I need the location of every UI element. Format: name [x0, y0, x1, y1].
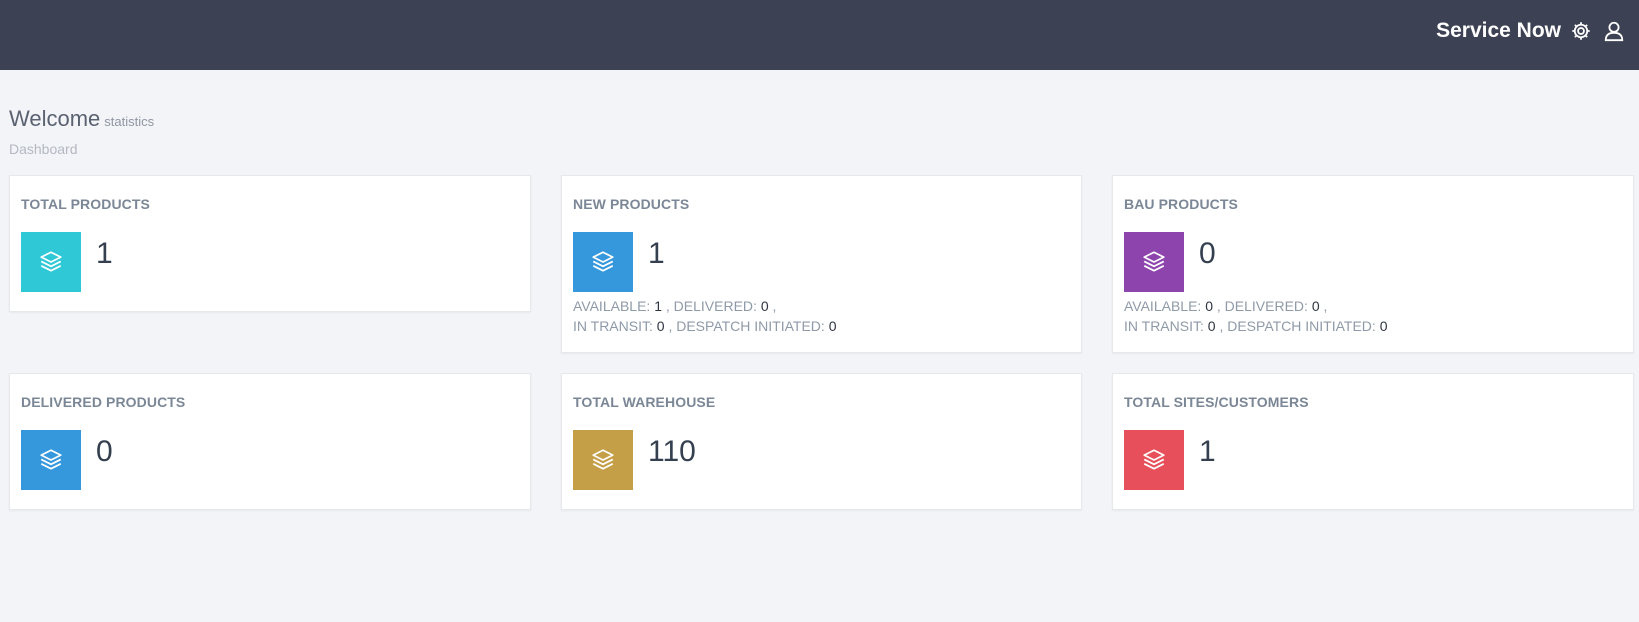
- layers-icon: [590, 447, 616, 473]
- card-value: 110: [648, 435, 696, 468]
- card-title: TOTAL SITES/CUSTOMERS: [1124, 394, 1309, 410]
- page-title: Welcome statistics: [9, 106, 155, 131]
- card-new-products: NEW PRODUCTS 1 AVAILABLE: 1 , DELIVERED:…: [561, 175, 1082, 353]
- card-value: 1: [648, 237, 665, 270]
- page-subtitle: statistics: [104, 114, 155, 129]
- tile: [21, 430, 81, 490]
- card-value: 1: [1199, 435, 1216, 468]
- card-title: NEW PRODUCTS: [573, 196, 690, 212]
- page-heading: Welcome statistics: [9, 104, 154, 137]
- tile: [1124, 430, 1184, 490]
- layers-icon: [1141, 249, 1167, 275]
- card-title: TOTAL WAREHOUSE: [573, 394, 716, 410]
- card-value: 1: [96, 237, 113, 270]
- layers-icon: [1141, 447, 1167, 473]
- card-value: 0: [1199, 237, 1216, 270]
- card-delivered-products: DELIVERED PRODUCTS 0: [9, 373, 531, 510]
- card-stats: AVAILABLE: 1 , DELIVERED: 0 , IN TRANSIT…: [573, 298, 837, 334]
- user-icon[interactable]: [1601, 18, 1627, 44]
- card-title: TOTAL PRODUCTS: [21, 196, 150, 212]
- card-title: BAU PRODUCTS: [1124, 196, 1238, 212]
- tile: [573, 430, 633, 490]
- brand-name[interactable]: Service Now: [1436, 18, 1561, 44]
- breadcrumb[interactable]: Dashboard: [9, 141, 78, 157]
- top-navbar: Service Now: [0, 0, 1639, 70]
- card-total-products: TOTAL PRODUCTS 1: [9, 175, 531, 312]
- card-stats: AVAILABLE: 0 , DELIVERED: 0 , IN TRANSIT…: [1124, 298, 1388, 334]
- card-value: 0: [96, 435, 113, 468]
- tile: [21, 232, 81, 292]
- gear-icon[interactable]: [1568, 18, 1594, 44]
- tile: [1124, 232, 1184, 292]
- tile: [573, 232, 633, 292]
- layers-icon: [590, 249, 616, 275]
- card-total-warehouse: TOTAL WAREHOUSE 110: [561, 373, 1082, 510]
- card-bau-products: BAU PRODUCTS 0 AVAILABLE: 0 , DELIVERED:…: [1112, 175, 1634, 353]
- layers-icon: [38, 447, 64, 473]
- card-title: DELIVERED PRODUCTS: [21, 394, 186, 410]
- card-total-sites-customers: TOTAL SITES/CUSTOMERS 1: [1112, 373, 1634, 510]
- layers-icon: [38, 249, 64, 275]
